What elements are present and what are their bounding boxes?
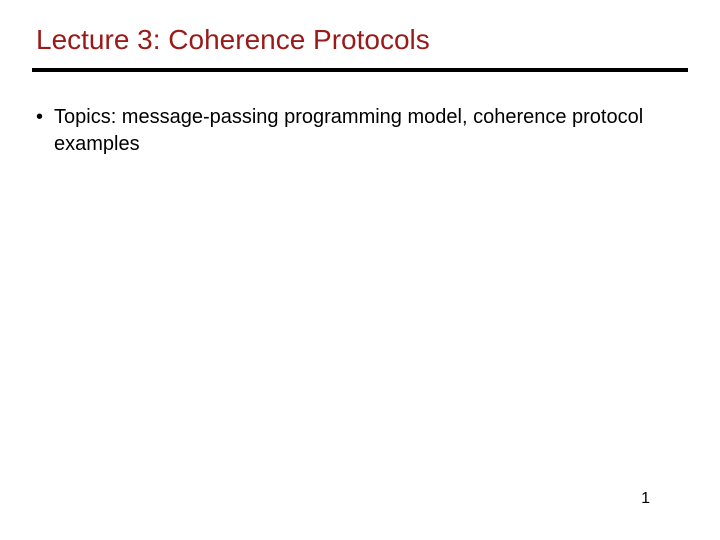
slide-container: Lecture 3: Coherence Protocols • Topics:… (0, 0, 720, 540)
page-number: 1 (641, 490, 650, 508)
bullet-marker: • (36, 104, 43, 131)
title-rule (32, 68, 688, 72)
bullet-list: • Topics: message-passing programming mo… (32, 104, 688, 158)
bullet-item: • Topics: message-passing programming mo… (36, 104, 688, 158)
slide-title: Lecture 3: Coherence Protocols (36, 24, 688, 56)
bullet-text: Topics: message-passing programming mode… (54, 104, 688, 158)
